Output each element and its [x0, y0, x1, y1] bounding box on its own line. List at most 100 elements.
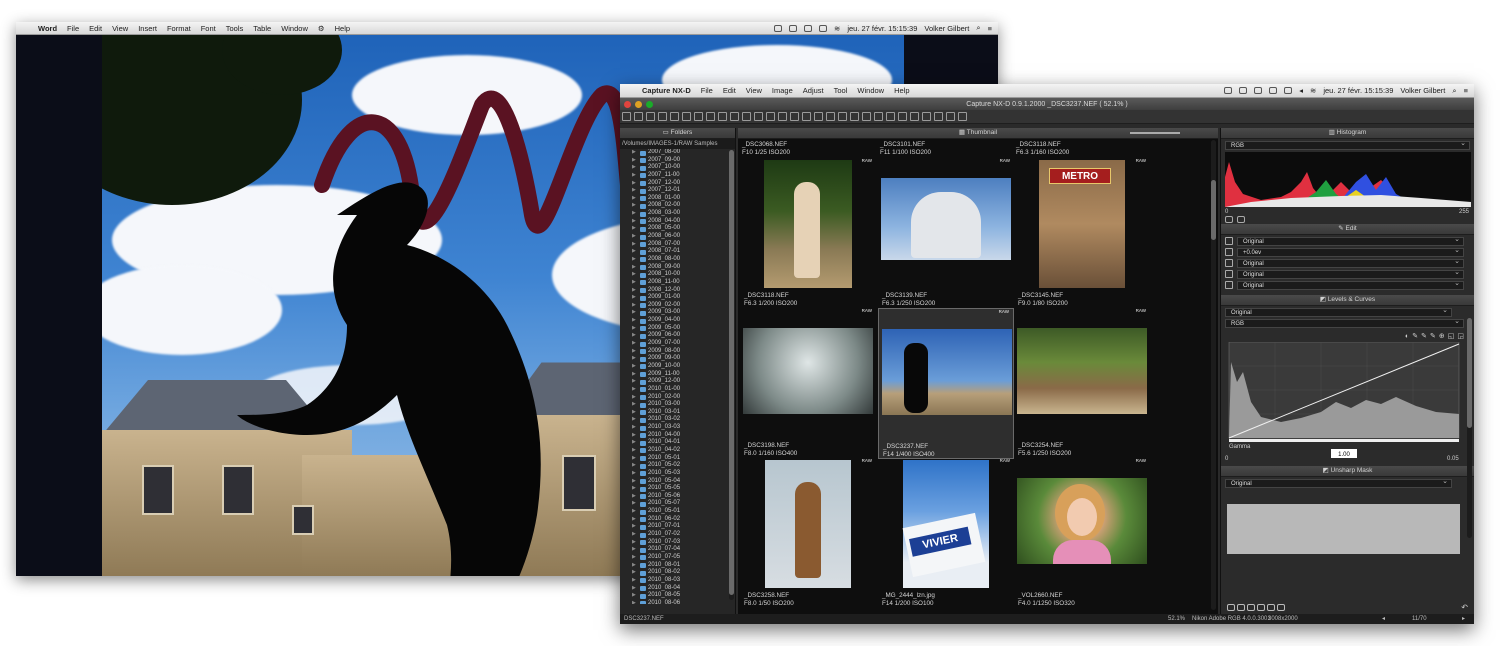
- expand-arrow-icon[interactable]: ▶: [632, 470, 636, 478]
- folder-item[interactable]: ▶ 2010_07-05: [620, 554, 727, 562]
- thumbnail-scroll-thumb[interactable]: [1211, 180, 1216, 240]
- thumbnail-image[interactable]: METRO: [1039, 160, 1125, 288]
- expand-arrow-icon[interactable]: ▶: [632, 371, 636, 379]
- folder-item[interactable]: ▶ 2007_12-01: [620, 187, 727, 195]
- wb-picker-tool-icon[interactable]: [838, 112, 847, 121]
- menu-table[interactable]: Table: [253, 24, 271, 33]
- levels-curve-graph[interactable]: Gamma 1.00 0 0.05: [1221, 342, 1474, 462]
- thumbnail-cell[interactable]: RAW _VOL2660.NEF F4.0 1/1250 ISO320: [1014, 458, 1150, 609]
- menu-image[interactable]: Image: [772, 86, 793, 95]
- folder-item[interactable]: ▶ 2007_09-00: [620, 157, 727, 165]
- layout-3-tool-icon[interactable]: [718, 112, 727, 121]
- menu-adjust[interactable]: Adjust: [803, 86, 824, 95]
- expand-arrow-icon[interactable]: ▶: [632, 401, 636, 409]
- folder-item[interactable]: ▶ 2010_08-01: [620, 562, 727, 570]
- folder-item[interactable]: ▶ 2010_07-01: [620, 523, 727, 531]
- thumbnail-cell[interactable]: RAW _DSC3258.NEF F8.0 1/50 ISO200: [740, 458, 876, 609]
- thumbnail-image[interactable]: [1017, 478, 1147, 564]
- folder-item[interactable]: ▶ 2009_12-00: [620, 378, 727, 386]
- expand-arrow-icon[interactable]: ▶: [632, 271, 636, 279]
- expand-arrow-icon[interactable]: ▶: [632, 378, 636, 386]
- menu-file[interactable]: File: [701, 86, 713, 95]
- crop-tool-icon[interactable]: [814, 112, 823, 121]
- folder-scrollbar[interactable]: [729, 150, 734, 600]
- expand-arrow-icon[interactable]: ▶: [632, 233, 636, 241]
- menu-edit[interactable]: Edit: [723, 86, 736, 95]
- thumbnail-size-slider[interactable]: [1130, 132, 1180, 134]
- folder-item[interactable]: ▶ 2010_03-01: [620, 409, 727, 417]
- expand-arrow-icon[interactable]: ▶: [632, 256, 636, 264]
- eyedropper-gray-icon[interactable]: ✎: [1421, 332, 1427, 340]
- expand-arrow-icon[interactable]: ▶: [632, 149, 636, 157]
- expand-arrow-icon[interactable]: ▶: [632, 585, 636, 593]
- thumbnail-cell[interactable]: RAW _DSC3198.NEF F8.0 1/160 ISO400: [740, 308, 876, 459]
- thumbnail-cell[interactable]: RAW _DSC3118.NEF F6.3 1/200 ISO200: [740, 158, 876, 309]
- menu-tool[interactable]: Tool: [834, 86, 848, 95]
- tab-edit-icon[interactable]: [1225, 215, 1233, 223]
- folder-item[interactable]: ▶ 2007_11-00: [620, 172, 727, 180]
- thumbnail-image[interactable]: [881, 178, 1011, 260]
- thumbnail-cell[interactable]: METRO RAW _DSC3145.NEF F9.0 1/80 ISO200: [1014, 158, 1150, 309]
- compare-4-tool-icon[interactable]: [802, 112, 811, 121]
- menu-tools[interactable]: Tools: [226, 24, 244, 33]
- unsharp-list[interactable]: [1227, 504, 1460, 554]
- folder-item[interactable]: ▶ 2009_05-00: [620, 325, 727, 333]
- folder-item[interactable]: ▶ 2009_03-00: [620, 309, 727, 317]
- thumbnail-image[interactable]: [764, 160, 852, 288]
- expand-arrow-icon[interactable]: ▶: [632, 302, 636, 310]
- folder-item[interactable]: ▶ 2009_07-00: [620, 340, 727, 348]
- layout-1-tool-icon[interactable]: [694, 112, 703, 121]
- menu-file[interactable]: File: [67, 24, 79, 33]
- expand-arrow-icon[interactable]: ▶: [632, 394, 636, 402]
- expand-arrow-icon[interactable]: ▶: [632, 294, 636, 302]
- print-tool-icon[interactable]: [622, 112, 631, 121]
- layout-2-tool-icon[interactable]: [706, 112, 715, 121]
- folder-item[interactable]: ▶ 2010_06-02: [620, 516, 727, 524]
- lasso-tool-icon[interactable]: [874, 112, 883, 121]
- folder-item[interactable]: ▶ 2008_11-00: [620, 279, 727, 287]
- expand-arrow-icon[interactable]: ▶: [632, 348, 636, 356]
- volume-icon[interactable]: ◂: [1299, 86, 1303, 95]
- folder-item[interactable]: ▶ 2008_07-01: [620, 248, 727, 256]
- folder-item[interactable]: ▶ 2010_03-03: [620, 424, 727, 432]
- expand-arrow-icon[interactable]: ▶: [632, 577, 636, 585]
- straighten-tool-icon[interactable]: [826, 112, 835, 121]
- expand-arrow-icon[interactable]: ▶: [632, 485, 636, 493]
- expand-arrow-icon[interactable]: ▶: [632, 248, 636, 256]
- compare-3-tool-icon[interactable]: [790, 112, 799, 121]
- folder-item[interactable]: ▶ 2010_02-00: [620, 394, 727, 402]
- expand-arrow-icon[interactable]: ▶: [632, 493, 636, 501]
- levels-header[interactable]: ◩ Levels & Curves: [1221, 295, 1474, 306]
- folder-item[interactable]: ▶ 2007_08-00: [620, 149, 727, 157]
- expand-arrow-icon[interactable]: ▶: [632, 447, 636, 455]
- auto-curve-icon[interactable]: ◲: [1457, 332, 1464, 340]
- folder-item[interactable]: ▶ 2010_03-00: [620, 401, 727, 409]
- expand-arrow-icon[interactable]: ▶: [632, 424, 636, 432]
- menu-font[interactable]: Font: [201, 24, 216, 33]
- expand-arrow-icon[interactable]: ▶: [632, 539, 636, 547]
- expand-arrow-icon[interactable]: ▶: [632, 592, 636, 600]
- menu-view[interactable]: View: [746, 86, 762, 95]
- edit-header[interactable]: ✎ Edit: [1221, 224, 1474, 235]
- folder-item[interactable]: ▶ 2008_03-00: [620, 210, 727, 218]
- folder-item[interactable]: ▶ 2010_05-07: [620, 500, 727, 508]
- expand-arrow-icon[interactable]: ▶: [632, 218, 636, 226]
- sort-tool-icon[interactable]: [958, 112, 967, 121]
- status-icon[interactable]: [1239, 87, 1248, 94]
- expand-arrow-icon[interactable]: ▶: [632, 439, 636, 447]
- folder-item[interactable]: ▶ 2010_01-00: [620, 386, 727, 394]
- folder-item[interactable]: ▶ 2008_12-00: [620, 287, 727, 295]
- spotlight-icon[interactable]: ⌕: [1452, 86, 1456, 96]
- thumbnail-image[interactable]: [882, 329, 1012, 415]
- adjustments-scrollbar[interactable]: [1467, 318, 1472, 538]
- folder-item[interactable]: ▶ 2010_05-03: [620, 470, 727, 478]
- folders-panel-header[interactable]: ▭ Folders: [620, 128, 735, 139]
- thumbnail-cell[interactable]: RAW _DSC3254.NEF F5.6 1/250 ISO200: [1014, 308, 1150, 459]
- list-icon[interactable]: ≡: [1464, 86, 1468, 95]
- expand-arrow-icon[interactable]: ▶: [632, 546, 636, 554]
- expand-arrow-icon[interactable]: ▶: [632, 355, 636, 363]
- tool-icon[interactable]: [1257, 604, 1265, 611]
- unsharp-header[interactable]: ◩ Unsharp Mask: [1221, 466, 1474, 477]
- folder-item[interactable]: ▶ 2009_09-00: [620, 355, 727, 363]
- folder-path[interactable]: /Volumes/IMAGES-1/RAW Samples: [620, 139, 735, 149]
